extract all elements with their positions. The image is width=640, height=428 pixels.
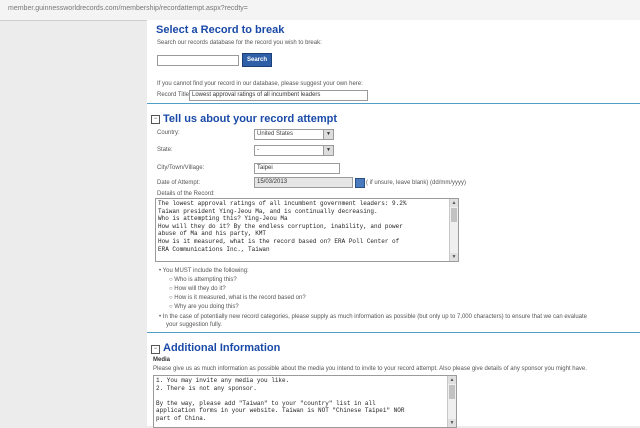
- date-label: Date of Attempt:: [157, 180, 201, 186]
- media-text: 1. You may invite any media you like. 2. …: [156, 377, 405, 422]
- record-title-label: Record Title: [157, 92, 190, 98]
- collapse-icon[interactable]: −: [151, 115, 160, 124]
- address-bar[interactable]: member.guinnessworldrecords.com/membersh…: [0, 0, 640, 21]
- date-hint: ( if unsure, leave blank) (dd/mm/yyyy): [366, 180, 467, 186]
- date-input[interactable]: 15/03/2013: [254, 177, 353, 188]
- country-select[interactable]: United States ▼: [254, 129, 334, 140]
- list-item: ○ How will they do it?: [169, 286, 226, 292]
- media-label: Media: [153, 357, 171, 363]
- city-label: City/Town/Village:: [157, 165, 205, 171]
- list-item: • You MUST include the following:: [159, 268, 249, 274]
- page-content: Select a Record to break Search our reco…: [147, 20, 640, 428]
- scroll-up-icon[interactable]: ▲: [448, 376, 456, 384]
- scroll-thumb[interactable]: [451, 208, 457, 222]
- chevron-down-icon: ▼: [323, 130, 333, 139]
- record-search-input[interactable]: [157, 55, 239, 66]
- textarea-scrollbar[interactable]: ▲ ▼: [449, 199, 458, 261]
- attempt-heading: Tell us about your record attempt: [163, 113, 337, 125]
- calendar-icon[interactable]: [355, 178, 365, 188]
- scroll-up-icon[interactable]: ▲: [450, 199, 458, 207]
- select-record-heading: Select a Record to break: [156, 24, 285, 36]
- suggest-text: If you cannot find your record in our da…: [157, 81, 363, 87]
- section-divider: [147, 332, 640, 333]
- search-button[interactable]: Search: [242, 53, 272, 67]
- media-instruction: Please give us as much information as po…: [153, 366, 587, 372]
- collapse-icon[interactable]: −: [151, 345, 160, 354]
- city-input[interactable]: Taipei: [254, 163, 340, 174]
- details-label: Details of the Record:: [157, 191, 215, 197]
- chevron-down-icon: ▼: [323, 146, 333, 155]
- additional-heading: Additional Information: [163, 342, 281, 354]
- list-item: • In the case of potentially new record …: [159, 314, 588, 320]
- section-divider: [147, 103, 640, 104]
- list-item: ○ Why are you doing this?: [169, 304, 239, 310]
- list-item-continuation: your suggestion fully.: [166, 322, 222, 328]
- url-text: member.guinnessworldrecords.com/membersh…: [8, 5, 248, 12]
- media-textarea[interactable]: 1. You may invite any media you like. 2. …: [153, 375, 457, 428]
- state-select[interactable]: - ▼: [254, 145, 334, 156]
- list-item: ○ Who is attempting this?: [169, 277, 237, 283]
- scroll-down-icon[interactable]: ▼: [450, 253, 458, 261]
- details-text: The lowest approval ratings of all incum…: [158, 200, 407, 253]
- textarea-scrollbar[interactable]: ▲ ▼: [447, 376, 456, 427]
- list-item: ○ How is it measured, what is the record…: [169, 295, 306, 301]
- scroll-thumb[interactable]: [449, 385, 455, 399]
- country-label: Country:: [157, 130, 180, 136]
- state-label: State:: [157, 147, 173, 153]
- search-instruction: Search our records database for the reco…: [157, 40, 322, 46]
- details-textarea[interactable]: The lowest approval ratings of all incum…: [155, 198, 459, 262]
- record-title-input[interactable]: Lowest approval ratings of all incumbent…: [189, 90, 368, 101]
